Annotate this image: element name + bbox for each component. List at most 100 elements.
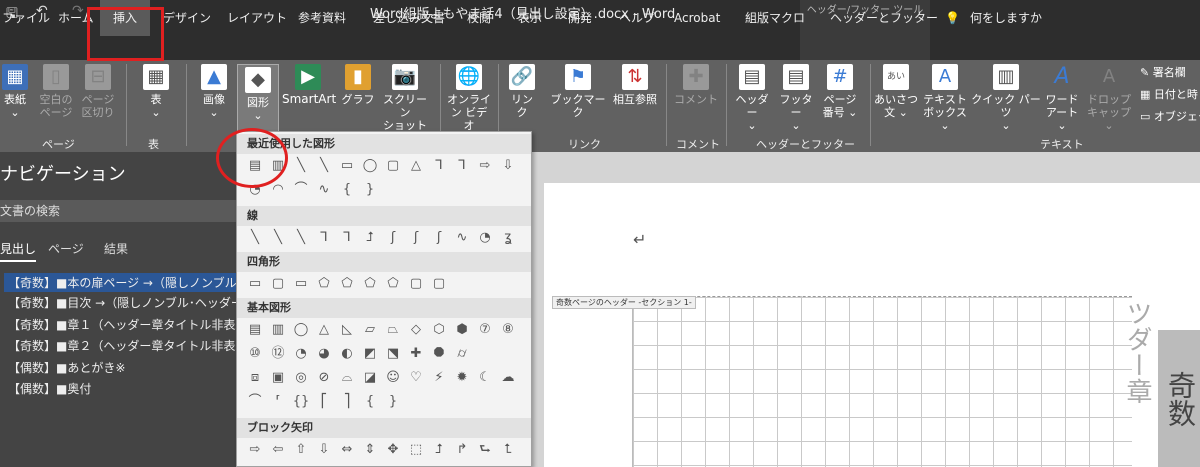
shape-option[interactable]: ⧈ — [245, 368, 265, 388]
shape-option[interactable]: ▢ — [268, 274, 288, 294]
footer-button[interactable]: ▤ フッター ⌄ — [776, 64, 816, 132]
shape-option[interactable]: ⯃ — [429, 344, 449, 364]
shape-option[interactable]: ▢ — [383, 156, 403, 176]
tab-review[interactable]: 校閲 — [467, 0, 491, 36]
shape-option[interactable]: ⬡ — [429, 320, 449, 340]
cover-page-button[interactable]: ▦ 表紙 ⌄ — [0, 64, 30, 119]
shape-option[interactable]: ʃ — [406, 228, 426, 248]
shape-option[interactable]: ▤ — [245, 320, 265, 340]
shape-option[interactable]: ⇨ — [245, 440, 265, 460]
tab-layout[interactable]: レイアウト — [227, 0, 287, 36]
shape-option[interactable]: ⑧ — [498, 320, 518, 340]
shape-option[interactable]: ▭ — [245, 274, 265, 294]
shape-option[interactable]: ◎ — [291, 368, 311, 388]
shape-option[interactable]: ✚ — [406, 344, 426, 364]
shape-option[interactable]: { — [337, 180, 357, 200]
shape-option[interactable]: ∿ — [452, 228, 472, 248]
shape-option[interactable]: ⸢ — [268, 392, 288, 412]
shape-option[interactable]: ▢ — [406, 274, 426, 294]
shape-option[interactable]: ⅂ — [429, 156, 449, 176]
header-button[interactable]: ▤ ヘッダー ⌄ — [732, 64, 772, 132]
shape-option[interactable]: } — [383, 392, 403, 412]
shape-option[interactable]: ▥ — [268, 320, 288, 340]
shape-option[interactable]: ⚡ — [429, 368, 449, 388]
shape-option[interactable]: ◐ — [337, 344, 357, 364]
shape-option[interactable]: ◪ — [360, 368, 380, 388]
shape-option[interactable]: ⅂ — [337, 228, 357, 248]
object-button[interactable]: ▭ オブジェク — [1140, 108, 1200, 124]
shape-option[interactable]: ◔ — [475, 228, 495, 248]
shape-option[interactable]: ⮥ — [360, 228, 380, 248]
greeting-button[interactable]: あいさつ あいさつ文 ⌄ — [874, 64, 918, 119]
heading-item[interactable]: 【偶数】■あとがき※ — [8, 359, 125, 376]
shape-option[interactable]: ☾ — [475, 368, 495, 388]
shape-option[interactable]: ☺ — [383, 368, 403, 388]
shape-option[interactable]: ╲ — [314, 156, 334, 176]
shape-option[interactable]: ⮥ — [429, 440, 449, 460]
shape-option[interactable]: ☁ — [498, 368, 518, 388]
shape-option[interactable]: ⇨ — [475, 156, 495, 176]
shape-option[interactable]: ⬠ — [337, 274, 357, 294]
tab-references[interactable]: 参考資料 — [298, 0, 346, 36]
shape-option[interactable]: ⬢ — [452, 320, 472, 340]
shape-option[interactable]: ⬠ — [314, 274, 334, 294]
shapes-button[interactable]: ◆ 図形 ⌄ — [237, 64, 279, 134]
shape-option[interactable]: ⎤ — [337, 392, 357, 412]
shape-option[interactable]: ↱ — [452, 440, 472, 460]
nav-tab-pages[interactable]: ページ — [48, 240, 84, 257]
quick-parts-button[interactable]: ▥ クイック パーツ ⌄ — [970, 64, 1042, 132]
shape-option[interactable]: ▢ — [429, 274, 449, 294]
shape-option[interactable]: ⅂ — [314, 228, 334, 248]
link-button[interactable]: 🔗 リンク — [506, 64, 538, 119]
heading-item[interactable]: 【奇数】■章１（ヘッダー章タイトル非表示） — [8, 316, 259, 333]
tab-file[interactable]: ファイル — [2, 0, 50, 36]
tell-me-box[interactable]: 何をしますか — [970, 0, 1042, 36]
shape-option[interactable]: ʃ — [383, 228, 403, 248]
online-video-button[interactable]: 🌐 オンライン ビデオ — [446, 64, 492, 132]
bookmark-button[interactable]: ⚑ ブックマーク — [546, 64, 610, 119]
shape-option[interactable]: ʃ — [429, 228, 449, 248]
shape-option[interactable]: △ — [406, 156, 426, 176]
shape-option[interactable]: ✹ — [452, 368, 472, 388]
heading-item[interactable]: 【奇数】■章２（ヘッダー章タイトル非表示） — [8, 337, 259, 354]
shape-option[interactable]: ⊘ — [314, 368, 334, 388]
shape-option[interactable]: ⮑ — [475, 440, 495, 460]
page-number-button[interactable]: # ページ 番号 ⌄ — [818, 64, 862, 119]
shape-option[interactable]: ◕ — [314, 344, 334, 364]
date-time-button[interactable]: ▦ 日付と時 — [1140, 86, 1198, 102]
table-button[interactable]: ▦ 表 ⌄ — [136, 64, 176, 119]
heading-item[interactable]: 【偶数】■奥付 — [8, 380, 91, 397]
tab-acrobat[interactable]: Acrobat — [674, 0, 720, 36]
shape-option[interactable]: ⇩ — [498, 156, 518, 176]
shape-option[interactable]: ⅂ — [452, 156, 472, 176]
tab-header-footer[interactable]: ヘッダーとフッター — [830, 0, 938, 36]
shape-option[interactable]: { — [360, 392, 380, 412]
shape-option[interactable]: ◔ — [291, 344, 311, 364]
shape-option[interactable]: ⌒ — [245, 392, 265, 412]
shape-option[interactable]: ◺ — [337, 320, 357, 340]
shape-option[interactable]: ◩ — [360, 344, 380, 364]
tab-developer[interactable]: 開発 — [568, 0, 592, 36]
shape-option[interactable]: ▣ — [268, 368, 288, 388]
tab-design[interactable]: デザイン — [163, 0, 211, 36]
shape-option[interactable]: ◯ — [291, 320, 311, 340]
signature-line-button[interactable]: ✎ 署名欄 — [1140, 64, 1186, 80]
shape-option[interactable]: ▭ — [291, 274, 311, 294]
shape-option[interactable]: } — [360, 180, 380, 200]
document-search-input[interactable]: 文書の検索 — [0, 200, 236, 222]
shape-option[interactable]: ╲ — [291, 156, 311, 176]
shape-option[interactable]: ◯ — [360, 156, 380, 176]
shape-option[interactable]: ♡ — [406, 368, 426, 388]
picture-button[interactable]: ▲ 画像 ⌄ — [196, 64, 232, 119]
shape-option[interactable]: ⬠ — [360, 274, 380, 294]
shape-option[interactable]: ⑩ — [245, 344, 265, 364]
shape-option[interactable]: ⌒ — [291, 180, 311, 200]
shape-option[interactable]: ╲ — [291, 228, 311, 248]
shape-option[interactable]: ⇔ — [337, 440, 357, 460]
page-break-button[interactable]: ⊟ ページ 区切り — [78, 64, 118, 119]
tab-mailings[interactable]: 差し込み文書 — [373, 0, 445, 36]
shape-option[interactable]: ⇕ — [360, 440, 380, 460]
shape-option[interactable]: ⇧ — [291, 440, 311, 460]
shape-option[interactable]: ⇩ — [314, 440, 334, 460]
shape-option[interactable]: ⇦ — [268, 440, 288, 460]
